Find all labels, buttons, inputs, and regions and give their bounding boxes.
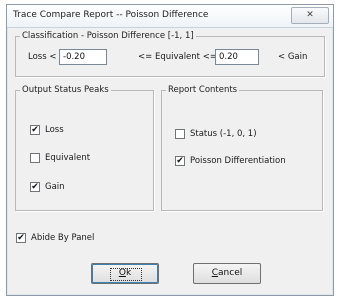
check-icon: ✔ — [31, 182, 39, 192]
check-icon: ✔ — [17, 233, 25, 243]
loss-checkbox-label[interactable]: Loss — [45, 125, 64, 135]
equivalent-checkbox[interactable] — [30, 153, 40, 163]
status-checkbox-label[interactable]: Status (-1, 0, 1) — [190, 129, 257, 139]
loss-threshold-label: Loss < — [28, 52, 57, 62]
report-contents-legend: Report Contents — [168, 85, 238, 95]
output-status-legend: Output Status Peaks — [22, 85, 109, 95]
window-title: Trace Compare Report -- Poisson Differen… — [13, 10, 209, 20]
gain-threshold-input[interactable] — [215, 49, 259, 65]
gain-checkbox[interactable]: ✔ — [30, 182, 40, 192]
classification-legend: Classification - Poisson Difference [-1,… — [22, 31, 194, 41]
gain-threshold-label: < Gain — [278, 52, 308, 62]
abide-by-panel-checkbox[interactable]: ✔ — [16, 233, 26, 243]
loss-threshold-input[interactable] — [59, 49, 107, 65]
loss-checkbox[interactable]: ✔ — [30, 125, 40, 135]
status-checkbox[interactable] — [175, 129, 185, 139]
cancel-label: ancel — [218, 268, 243, 278]
output-status-group: Output Status Peaks — [15, 85, 154, 211]
equivalent-label: <= Equivalent <= — [138, 52, 217, 62]
check-icon: ✔ — [31, 125, 39, 135]
dialog-window: Trace Compare Report -- Poisson Differen… — [6, 4, 334, 296]
report-contents-group: Report Contents — [161, 85, 323, 211]
focus-indicator — [110, 268, 142, 281]
abide-by-panel-label[interactable]: Abide By Panel — [31, 233, 94, 243]
equivalent-checkbox-label[interactable]: Equivalent — [45, 153, 90, 163]
poisson-differentiation-checkbox[interactable]: ✔ — [175, 156, 185, 166]
cancel-button[interactable]: Cancel — [193, 263, 261, 284]
title-bar[interactable]: Trace Compare Report -- Poisson Differen… — [7, 5, 333, 28]
poisson-differentiation-label[interactable]: Poisson Differentiation — [190, 156, 286, 166]
check-icon: ✔ — [176, 156, 184, 166]
gain-checkbox-label[interactable]: Gain — [45, 182, 65, 192]
close-button[interactable]: ✕ — [291, 7, 329, 24]
ok-button[interactable]: Ok — [91, 263, 159, 284]
close-icon: ✕ — [306, 10, 314, 20]
